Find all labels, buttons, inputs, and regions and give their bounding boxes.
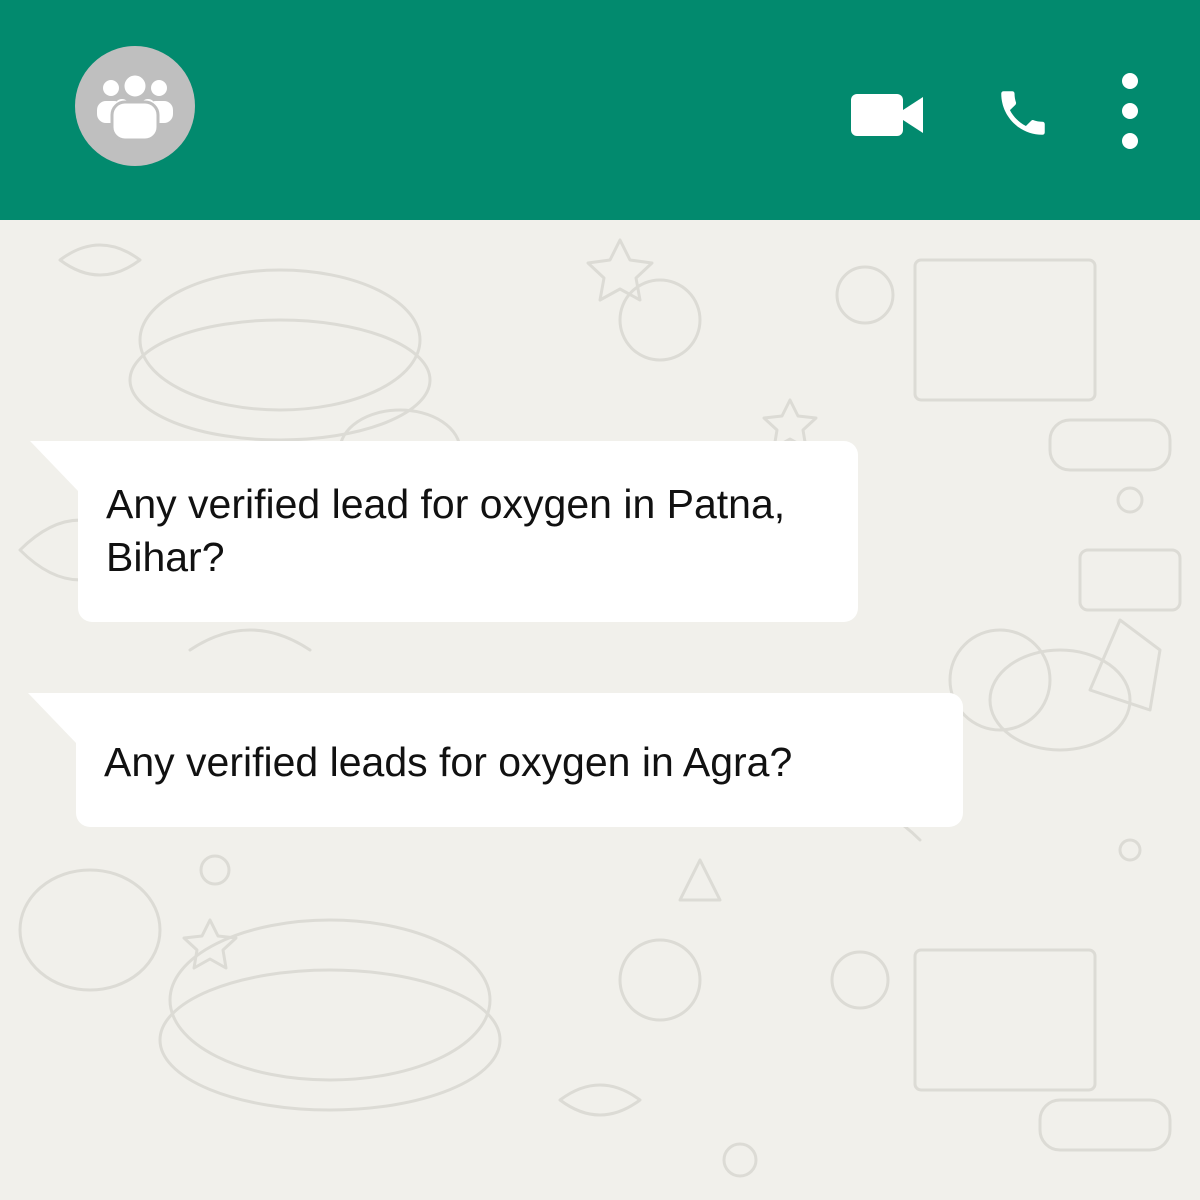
message-bubble[interactable]: Any verified leads for oxygen in Agra?	[28, 693, 963, 827]
message-text: Any verified leads for oxygen in Agra?	[104, 739, 793, 785]
message-bubble[interactable]: Any verified lead for oxygen in Patna, B…	[30, 441, 858, 622]
more-options-icon	[1122, 73, 1138, 149]
phone-call-icon	[1000, 90, 1045, 135]
group-icon	[97, 72, 173, 141]
chat-header	[0, 0, 1200, 220]
video-call-button[interactable]	[840, 80, 930, 150]
message-text: Any verified lead for oxygen in Patna, B…	[106, 481, 786, 580]
group-avatar[interactable]	[75, 46, 195, 166]
video-call-icon	[851, 94, 923, 136]
voice-call-button[interactable]	[985, 75, 1060, 150]
more-options-button[interactable]	[1105, 66, 1155, 156]
bubble-tail	[30, 441, 78, 491]
bubble-tail	[28, 693, 76, 743]
